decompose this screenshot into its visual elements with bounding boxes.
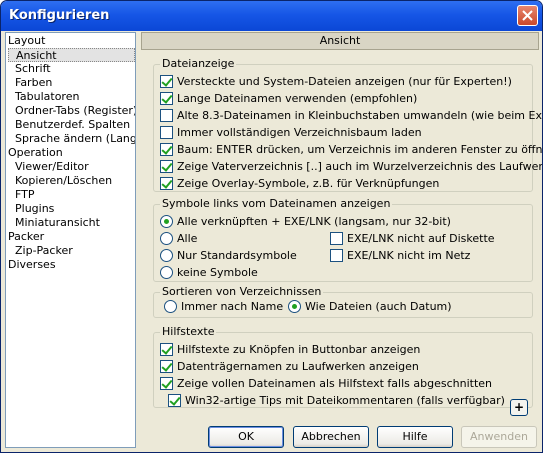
hilfstexte-option-label: Win32-artige Tips mit Dateikommentaren (… xyxy=(185,393,505,407)
hilfstexte-option[interactable]: Win32-artige Tips mit Dateikommentaren (… xyxy=(168,392,505,408)
sortieren-radio[interactable]: Wie Dateien (auch Datum) xyxy=(288,298,452,314)
symbole-radio[interactable]: keine Symbole xyxy=(160,264,258,280)
symbole-check[interactable]: EXE/LNK nicht auf Diskette xyxy=(330,230,495,246)
symbole-radio[interactable]: Alle verknüpften + EXE/LNK (langsam, nur… xyxy=(160,213,451,229)
tree-item[interactable]: Schrift xyxy=(15,62,51,76)
window-title: Konfigurieren xyxy=(9,8,110,23)
sortieren-radio[interactable]: Immer nach Name xyxy=(164,298,283,314)
checkbox[interactable] xyxy=(160,159,173,173)
group-hilfstexte: Hilfstexte Hilfstexte zu Knöpfen in Butt… xyxy=(153,325,533,416)
close-button[interactable] xyxy=(517,5,538,26)
group-title-dateianzeige: Dateianzeige xyxy=(160,57,237,71)
tree-item[interactable]: Diverses xyxy=(8,258,56,272)
tree-item[interactable]: Viewer/Editor xyxy=(15,160,89,174)
checkbox[interactable] xyxy=(330,231,343,245)
checkbox[interactable] xyxy=(168,393,181,407)
group-dateianzeige: Dateianzeige Versteckte und System-Datei… xyxy=(153,57,542,192)
symbole-radio-label: Nur Standardsymbole xyxy=(177,248,297,262)
dateianzeige-option[interactable]: Lange Dateinamen verwenden (empfohlen) xyxy=(160,90,417,106)
dateianzeige-option[interactable]: Immer vollständigen Verzeichnisbaum lade… xyxy=(160,124,422,140)
checkbox[interactable] xyxy=(160,74,173,88)
tree-item[interactable]: Packer xyxy=(8,230,44,244)
radio-button[interactable] xyxy=(160,231,173,245)
group-symbole: Symbole links vom Dateinamen anzeigen Al… xyxy=(153,197,533,282)
dateianzeige-option-label: Versteckte und System-Dateien anzeigen (… xyxy=(177,74,512,88)
group-title-hilfstexte: Hilfstexte xyxy=(160,325,217,339)
tree-item[interactable]: Zip-Packer xyxy=(15,244,73,258)
symbole-radio[interactable]: Alle xyxy=(160,230,197,246)
radio-button[interactable] xyxy=(160,248,173,262)
checkbox[interactable] xyxy=(160,376,173,390)
dateianzeige-option-label: Baum: ENTER drücken, um Verzeichnis im a… xyxy=(177,142,543,156)
radio-button[interactable] xyxy=(160,214,173,228)
symbole-check-label: EXE/LNK nicht auf Diskette xyxy=(347,231,495,245)
checkbox[interactable] xyxy=(160,359,173,373)
tree-item[interactable]: Sprache ändern (Language) xyxy=(15,132,135,146)
radio-button[interactable] xyxy=(164,299,177,313)
settings-panel: Ansicht Dateianzeige Versteckte und Syst… xyxy=(141,32,542,418)
hilfstexte-option-label: Zeige vollen Dateinamen als Hilfstext fa… xyxy=(177,376,492,390)
checkbox[interactable] xyxy=(160,342,173,356)
tree-item[interactable]: Kopieren/Löschen xyxy=(15,174,112,188)
checkbox[interactable] xyxy=(160,125,173,139)
panel-header: Ansicht xyxy=(141,32,539,50)
symbole-check[interactable]: EXE/LNK nicht im Netz xyxy=(330,247,470,263)
hilfstexte-option[interactable]: Zeige vollen Dateinamen als Hilfstext fa… xyxy=(160,375,492,391)
dateianzeige-option-label: Immer vollständigen Verzeichnisbaum lade… xyxy=(177,125,422,139)
dateianzeige-option-label: Zeige Vaterverzeichnis [..] auch im Wurz… xyxy=(177,159,543,173)
tree-item[interactable]: Ordner-Tabs (Register) xyxy=(15,104,135,118)
group-title-sortieren: Sortieren von Verzeichnissen xyxy=(160,285,324,299)
tree-item[interactable]: Farben xyxy=(15,76,52,90)
dateianzeige-option[interactable]: Alte 8.3-Dateinamen in Kleinbuchstaben u… xyxy=(160,107,543,123)
ok-button[interactable]: OK xyxy=(208,426,284,448)
checkbox[interactable] xyxy=(160,91,173,105)
group-sortieren: Sortieren von Verzeichnissen Immer nach … xyxy=(153,285,533,318)
help-button[interactable]: Hilfe xyxy=(377,426,453,448)
tree-item[interactable]: Tabulatoren xyxy=(15,90,79,104)
dateianzeige-option[interactable]: Zeige Overlay-Symbole, z.B. für Verknüpf… xyxy=(160,175,439,191)
tree-item[interactable]: Layout xyxy=(8,34,45,48)
dateianzeige-option[interactable]: Zeige Vaterverzeichnis [..] auch im Wurz… xyxy=(160,158,543,174)
dateianzeige-option-label: Lange Dateinamen verwenden (empfohlen) xyxy=(177,91,418,105)
tree-item[interactable]: Benutzerdef. Spalten xyxy=(15,118,130,132)
plus-button[interactable]: + xyxy=(510,399,528,416)
checkbox[interactable] xyxy=(160,142,173,156)
tree-item[interactable]: Operation xyxy=(8,146,63,160)
radio-button[interactable] xyxy=(160,265,173,279)
symbole-radio-label: Alle verknüpften + EXE/LNK (langsam, nur… xyxy=(177,214,451,228)
hilfstexte-option[interactable]: Datenträgernamen zu Laufwerken anzeigen xyxy=(160,358,419,374)
checkbox[interactable] xyxy=(160,176,173,190)
group-title-symbole: Symbole links vom Dateinamen anzeigen xyxy=(160,197,393,211)
radio-button[interactable] xyxy=(288,299,301,313)
tree-item[interactable]: FTP xyxy=(15,188,35,202)
dateianzeige-option[interactable]: Baum: ENTER drücken, um Verzeichnis im a… xyxy=(160,141,543,157)
close-icon xyxy=(522,10,533,21)
cancel-button[interactable]: Abbrechen xyxy=(293,426,369,448)
hilfstexte-option[interactable]: Hilfstexte zu Knöpfen in Buttonbar anzei… xyxy=(160,341,420,357)
apply-button[interactable]: Anwenden xyxy=(461,426,537,448)
symbole-check-label: EXE/LNK nicht im Netz xyxy=(347,248,471,262)
tree-item[interactable]: Plugins xyxy=(15,202,54,216)
symbole-radio-label: keine Symbole xyxy=(177,265,258,279)
title-bar[interactable]: Konfigurieren xyxy=(1,1,542,31)
symbole-radio[interactable]: Nur Standardsymbole xyxy=(160,247,297,263)
sortieren-radio-label: Wie Dateien (auch Datum) xyxy=(305,299,452,313)
symbole-radio-label: Alle xyxy=(177,231,198,245)
sortieren-radio-label: Immer nach Name xyxy=(181,299,284,313)
dateianzeige-option[interactable]: Versteckte und System-Dateien anzeigen (… xyxy=(160,73,512,89)
hilfstexte-option-label: Hilfstexte zu Knöpfen in Buttonbar anzei… xyxy=(177,342,421,356)
config-dialog: Konfigurieren Layout Ansicht Schrift Farben… xyxy=(0,0,543,453)
settings-tree[interactable]: Layout Ansicht Schrift Farben Tabulatoren Ord… xyxy=(5,32,136,448)
checkbox[interactable] xyxy=(160,108,173,122)
dateianzeige-option-label: Zeige Overlay-Symbole, z.B. für Verknüpf… xyxy=(177,176,440,190)
tree-item[interactable]: Ansicht xyxy=(8,48,135,62)
hilfstexte-option-label: Datenträgernamen zu Laufwerken anzeigen xyxy=(177,359,419,373)
checkbox[interactable] xyxy=(330,248,343,262)
dateianzeige-option-label: Alte 8.3-Dateinamen in Kleinbuchstaben u… xyxy=(177,108,543,122)
tree-item[interactable]: Miniaturansicht xyxy=(15,216,100,230)
